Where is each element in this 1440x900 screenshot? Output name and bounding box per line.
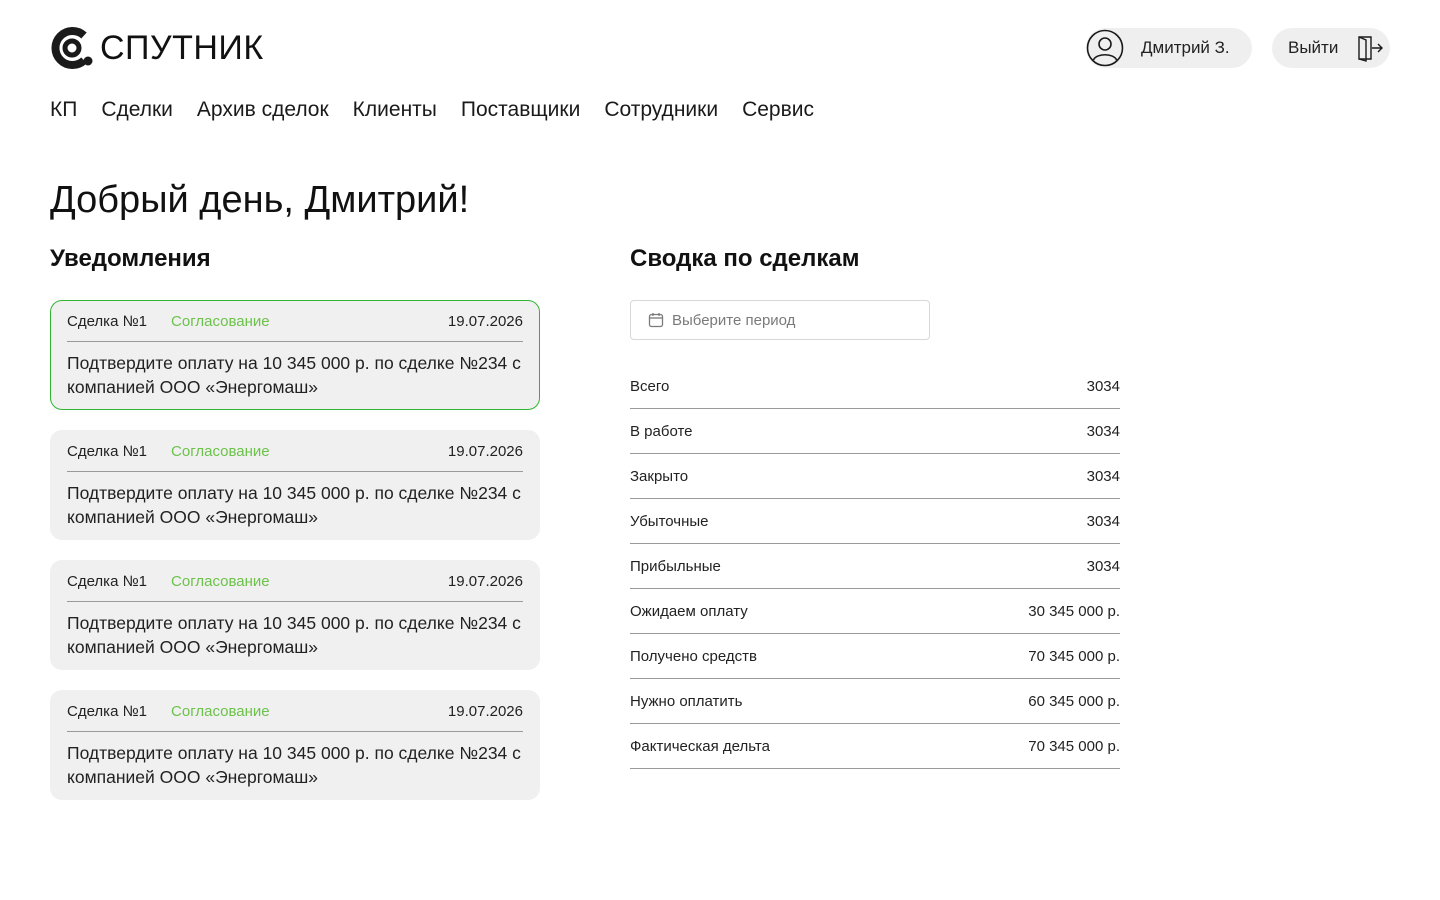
notification-text: Подтвердите оплату на 10 345 000 р. по с… xyxy=(67,353,521,397)
summary-stats: Всего 3034 В работе 3034 Закрыто 3034 Уб… xyxy=(630,364,1120,769)
notification-date: 19.07.2026 xyxy=(447,442,523,460)
notification-header: Сделка №1 Согласование 19.07.2026 xyxy=(67,431,523,472)
notification-status: Согласование xyxy=(171,442,270,460)
notifications-title: Уведомления xyxy=(50,245,211,272)
nav-item-kp[interactable]: КП xyxy=(50,96,77,124)
nav-item-suppliers[interactable]: Поставщики xyxy=(461,96,580,124)
nav-item-employees[interactable]: Сотрудники xyxy=(604,96,718,124)
stat-label: Фактическая дельта xyxy=(630,737,770,755)
stat-value: 3034 xyxy=(1086,512,1120,530)
stat-label: Ожидаем оплату xyxy=(630,602,748,620)
brand-logo[interactable]: СПУТНИК xyxy=(50,26,264,70)
notification-status: Согласование xyxy=(171,702,270,720)
user-avatar-icon xyxy=(1086,29,1124,67)
period-placeholder: Выберите период xyxy=(672,311,796,329)
notification-deal: Сделка №1 xyxy=(67,572,148,590)
period-picker[interactable]: Выберите период xyxy=(630,300,930,340)
notification-deal: Сделка №1 xyxy=(67,442,148,460)
stat-row: Всего 3034 xyxy=(630,364,1120,409)
notification-card[interactable]: Сделка №1 Согласование 19.07.2026 Подтве… xyxy=(50,690,540,800)
stat-value: 30 345 000 р. xyxy=(1028,602,1120,620)
user-name: Дмитрий З. xyxy=(1141,38,1230,57)
notifications-list: Сделка №1 Согласование 19.07.2026 Подтве… xyxy=(50,300,540,820)
brand-name: СПУТНИК xyxy=(100,29,264,67)
logout-label: Выйти xyxy=(1288,38,1339,57)
notification-status: Согласование xyxy=(171,572,270,590)
notification-text: Подтвердите оплату на 10 345 000 р. по с… xyxy=(67,743,521,787)
stat-label: В работе xyxy=(630,422,693,440)
notification-card[interactable]: Сделка №1 Согласование 19.07.2026 Подтве… xyxy=(50,300,540,410)
stat-label: Получено средств xyxy=(630,647,757,665)
stat-value: 3034 xyxy=(1086,422,1120,440)
stat-row: В работе 3034 xyxy=(630,409,1120,454)
stat-label: Всего xyxy=(630,377,670,395)
stat-label: Закрыто xyxy=(630,467,689,485)
sputnik-logo-icon xyxy=(51,27,93,69)
page-greeting: Добрый день, Дмитрий! xyxy=(50,179,470,221)
notification-deal: Сделка №1 xyxy=(67,702,148,720)
stat-label: Нужно оплатить xyxy=(630,692,743,710)
main-nav: КП Сделки Архив сделок Клиенты Поставщик… xyxy=(50,96,838,124)
notification-text: Подтвердите оплату на 10 345 000 р. по с… xyxy=(67,613,521,657)
calendar-icon xyxy=(648,313,664,328)
logout-button[interactable]: Выйти xyxy=(1272,28,1390,68)
stat-row: Прибыльные 3034 xyxy=(630,544,1120,589)
stat-value: 70 345 000 р. xyxy=(1028,647,1120,665)
nav-item-deals-archive[interactable]: Архив сделок xyxy=(197,96,329,124)
logout-door-icon xyxy=(1358,36,1384,62)
stat-row: Фактическая дельта 70 345 000 р. xyxy=(630,724,1120,769)
stat-value: 3034 xyxy=(1086,557,1120,575)
notification-deal: Сделка №1 xyxy=(67,312,148,330)
nav-item-deals[interactable]: Сделки xyxy=(101,96,173,124)
notification-card[interactable]: Сделка №1 Согласование 19.07.2026 Подтве… xyxy=(50,560,540,670)
dashboard-page: СПУТНИК Дмитрий З. Выйти КП Сделки Архив… xyxy=(0,0,1440,900)
stat-row: Убыточные 3034 xyxy=(630,499,1120,544)
stat-value: 60 345 000 р. xyxy=(1028,692,1120,710)
stat-label: Убыточные xyxy=(630,512,709,530)
notification-header: Сделка №1 Согласование 19.07.2026 xyxy=(67,691,523,732)
stat-row: Получено средств 70 345 000 р. xyxy=(630,634,1120,679)
user-menu[interactable]: Дмитрий З. xyxy=(1086,28,1252,68)
notification-header: Сделка №1 Согласование 19.07.2026 xyxy=(67,561,523,602)
stat-value: 70 345 000 р. xyxy=(1028,737,1120,755)
stat-row: Ожидаем оплату 30 345 000 р. xyxy=(630,589,1120,634)
notification-date: 19.07.2026 xyxy=(447,702,523,720)
notification-header: Сделка №1 Согласование 19.07.2026 xyxy=(67,301,523,342)
notification-date: 19.07.2026 xyxy=(447,312,523,330)
stat-label: Прибыльные xyxy=(630,557,721,575)
nav-item-service[interactable]: Сервис xyxy=(742,96,814,124)
stat-row: Нужно оплатить 60 345 000 р. xyxy=(630,679,1120,724)
notification-card[interactable]: Сделка №1 Согласование 19.07.2026 Подтве… xyxy=(50,430,540,540)
summary-title: Сводка по сделкам xyxy=(630,245,860,272)
nav-item-clients[interactable]: Клиенты xyxy=(353,96,437,124)
stat-value: 3034 xyxy=(1086,377,1120,395)
notification-date: 19.07.2026 xyxy=(447,572,523,590)
notification-text: Подтвердите оплату на 10 345 000 р. по с… xyxy=(67,483,521,527)
stat-value: 3034 xyxy=(1086,467,1120,485)
notification-status: Согласование xyxy=(171,312,270,330)
stat-row: Закрыто 3034 xyxy=(630,454,1120,499)
